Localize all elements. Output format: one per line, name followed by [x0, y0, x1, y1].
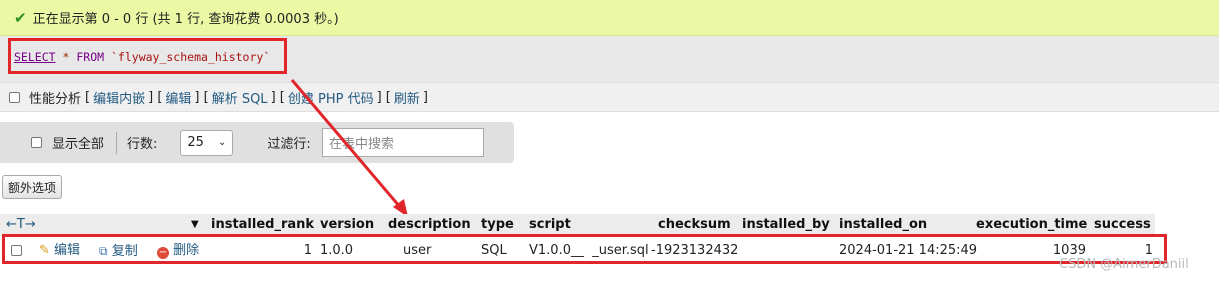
- edit-label: 编辑: [54, 243, 81, 258]
- delete-label: 删除: [173, 243, 200, 258]
- cell-version: 1.0.0: [320, 243, 354, 258]
- col-installed-by[interactable]: installed_by: [742, 216, 830, 234]
- col-script[interactable]: script: [529, 216, 571, 234]
- watermark: CSDN @AimerDaniil: [1059, 257, 1189, 272]
- col-execution-time[interactable]: execution_time: [976, 216, 1087, 234]
- copy-icon: ⧉: [99, 244, 108, 258]
- column-nav-arrows[interactable]: ←T→: [6, 216, 36, 234]
- cell-description: user: [403, 243, 432, 258]
- delete-icon: −: [157, 247, 169, 259]
- col-installed-on[interactable]: installed_on: [839, 216, 927, 234]
- sort-arrow-icon[interactable]: ▼: [191, 216, 199, 234]
- col-version[interactable]: version: [320, 216, 374, 234]
- col-installed-rank[interactable]: installed_rank: [211, 216, 314, 234]
- cell-script: V1.0.0__ _user.sql: [529, 243, 649, 258]
- cell-checksum: -1923132432: [651, 243, 739, 258]
- row-edit-action[interactable]: ✎ 编辑: [39, 242, 80, 260]
- col-type[interactable]: type: [481, 216, 514, 234]
- row-checkbox[interactable]: [11, 245, 22, 256]
- cell-installed-rank: 1: [303, 243, 312, 258]
- col-success[interactable]: success: [1094, 216, 1151, 234]
- copy-label: 复制: [111, 244, 138, 259]
- col-checksum[interactable]: checksum: [658, 216, 731, 234]
- row-copy-action[interactable]: ⧉ 复制: [99, 242, 138, 260]
- pencil-icon: ✎: [39, 243, 50, 258]
- cell-type: SQL: [481, 243, 507, 258]
- cell-installed-on: 2024-01-21 14:25:49: [839, 243, 978, 258]
- row-delete-action[interactable]: − 删除: [157, 242, 199, 260]
- col-description[interactable]: description: [388, 216, 471, 234]
